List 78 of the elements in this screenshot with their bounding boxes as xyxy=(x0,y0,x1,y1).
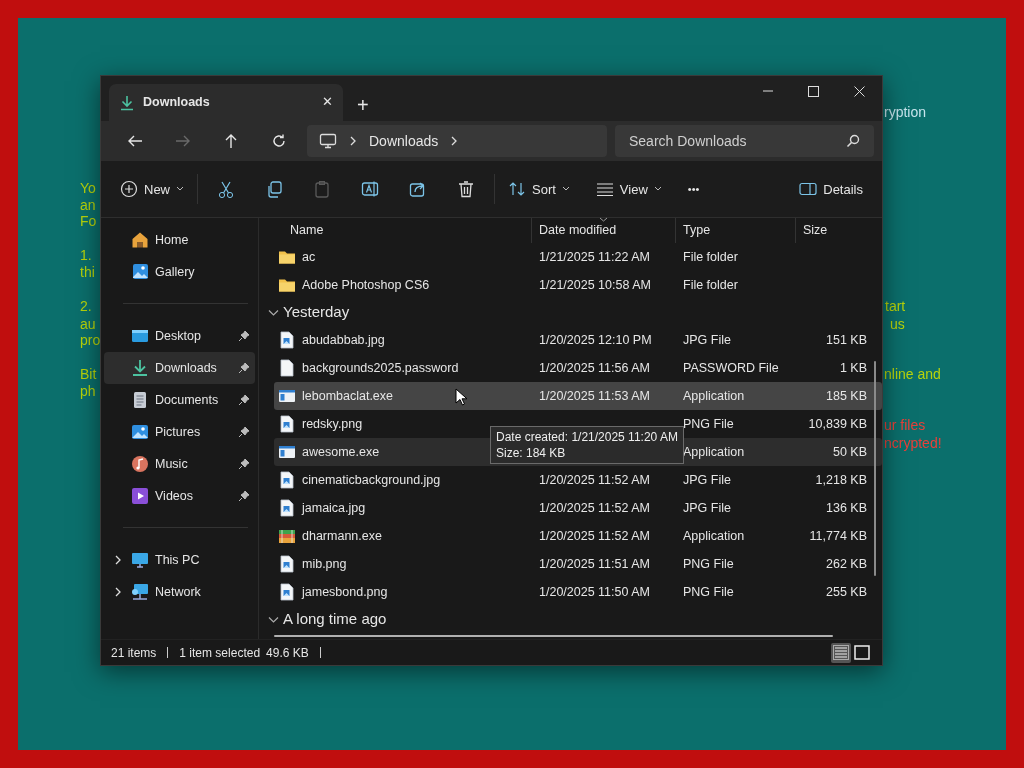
type-cell: Application xyxy=(683,528,745,543)
size-cell: 136 KB xyxy=(826,500,867,515)
file-name: Adobe Photoshop CS6 xyxy=(302,276,430,294)
type-cell: Application xyxy=(683,444,745,459)
group-label: A long time ago xyxy=(283,609,387,630)
type-cell: Application xyxy=(683,388,745,403)
sidebar-label: Music xyxy=(155,455,189,473)
file-name: backgrounds2025.password xyxy=(302,359,459,377)
note-text: ph xyxy=(80,383,96,400)
size-cell: 11,774 KB xyxy=(809,528,867,543)
note-text: pro xyxy=(80,332,101,349)
type-cell: PNG File xyxy=(683,584,734,599)
date-cell: 1/20/2025 11:51 AM xyxy=(539,556,650,571)
size-cell: 1 KB xyxy=(839,360,867,375)
size-cell: 50 KB xyxy=(832,444,867,459)
size-cell: 151 KB xyxy=(826,332,867,347)
date-cell: 1/20/2025 11:52 AM xyxy=(539,500,650,515)
sidebar-label: Desktop xyxy=(155,327,202,345)
type-cell: JPG File xyxy=(683,472,731,487)
tooltip-text: Date created: 1/21/2025 11:20 AM xyxy=(496,429,678,445)
file-name: dharmann.exe xyxy=(302,527,382,545)
sidebar-label: Documents xyxy=(155,391,220,409)
note-text: tart xyxy=(885,298,906,315)
sidebar-label: Network xyxy=(155,583,202,601)
sidebar-label: Videos xyxy=(155,487,194,505)
type-cell: PNG File xyxy=(683,416,734,431)
size-cell: 255 KB xyxy=(826,584,867,599)
type-cell: File folder xyxy=(683,249,738,264)
sidebar-label: Gallery xyxy=(155,263,196,281)
date-cell: 1/21/2025 11:22 AM xyxy=(539,249,650,264)
note-text: ur files xyxy=(884,417,926,434)
note-text: nline and xyxy=(884,366,941,383)
file-name: cinematicbackground.jpg xyxy=(302,471,441,489)
sidebar-label: Home xyxy=(155,231,190,249)
group-label: Yesterday xyxy=(283,302,350,323)
size-cell: 10,839 KB xyxy=(808,416,867,431)
type-cell: JPG File xyxy=(683,332,731,347)
tooltip-text: Size: 184 KB xyxy=(496,445,567,461)
sidebar-label: This PC xyxy=(155,551,201,569)
note-text: Bit xyxy=(80,366,97,383)
file-name: lebombaclat.exe xyxy=(302,387,394,405)
file-name: awesome.exe xyxy=(302,443,380,461)
note-text: us xyxy=(890,316,905,333)
note-text: 2. xyxy=(80,298,92,315)
file-name: redsky.png xyxy=(302,415,363,433)
date-cell: 1/20/2025 11:56 AM xyxy=(539,360,650,375)
date-cell: 1/20/2025 11:52 AM xyxy=(539,472,650,487)
sidebar-label: Downloads xyxy=(155,359,218,377)
file-name: jamaica.jpg xyxy=(302,499,366,517)
date-cell: 1/20/2025 12:10 PM xyxy=(539,332,652,347)
size-cell: 1,218 KB xyxy=(815,472,867,487)
note-text: ryption xyxy=(884,104,927,121)
type-cell: PNG File xyxy=(683,556,734,571)
size-cell: 185 KB xyxy=(826,388,867,403)
selection-size: 49.6 KB xyxy=(266,644,309,662)
type-cell: File folder xyxy=(683,277,738,292)
tab-title: Downloads xyxy=(143,94,211,112)
type-cell: JPG File xyxy=(683,500,731,515)
note-text: 1. xyxy=(80,247,92,264)
note-text: Fo xyxy=(80,213,97,230)
file-name: abudabbab.jpg xyxy=(302,331,385,349)
note-text: Yo xyxy=(80,180,96,197)
date-cell: 1/20/2025 11:52 AM xyxy=(539,528,650,543)
note-text: ncrypted! xyxy=(884,435,942,452)
date-cell: 1/20/2025 11:53 AM xyxy=(539,388,650,403)
type-cell: PASSWORD File xyxy=(683,360,779,375)
note-text: thi xyxy=(80,264,95,281)
date-cell: 1/21/2025 10:58 AM xyxy=(539,277,651,292)
size-cell: 262 KB xyxy=(826,556,867,571)
file-name: mib.png xyxy=(302,555,347,573)
file-name: ac xyxy=(302,248,316,266)
file-name: jamesbond.png xyxy=(302,583,388,601)
note-text: au xyxy=(80,316,96,333)
selection-count: 1 item selected xyxy=(179,644,261,662)
sidebar-label: Pictures xyxy=(155,423,202,441)
item-count: 21 items xyxy=(111,644,157,662)
note-text: an xyxy=(80,197,96,214)
date-cell: 1/20/2025 11:50 AM xyxy=(539,584,650,599)
